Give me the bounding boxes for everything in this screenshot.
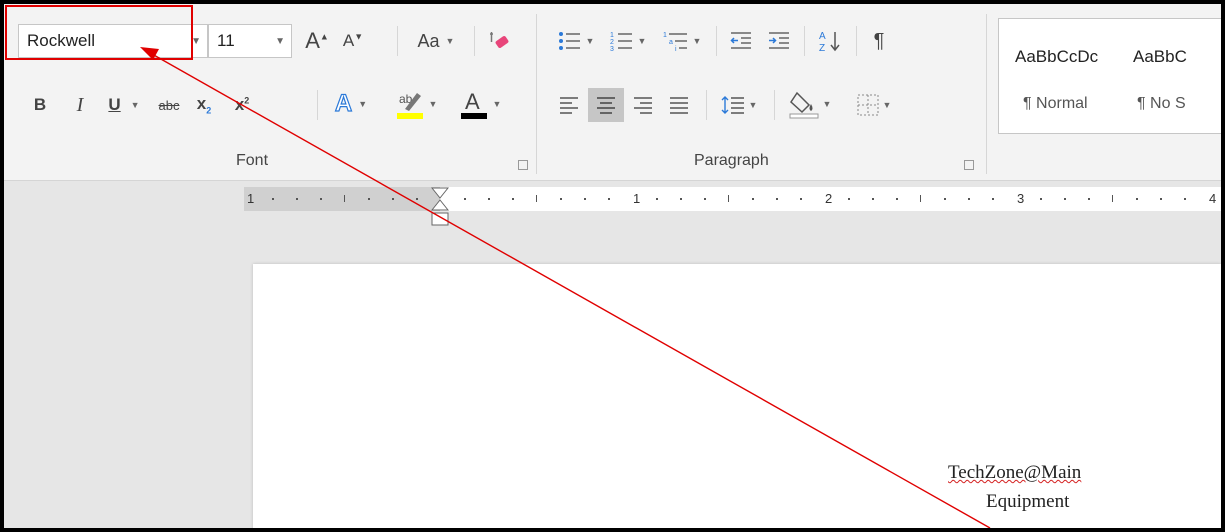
annotation-arrow xyxy=(140,47,991,528)
word-window: Rockwell ▼ 11 ▼ A▲ A▼ Aa ▼ B I U ▼ abc x… xyxy=(4,4,1221,528)
